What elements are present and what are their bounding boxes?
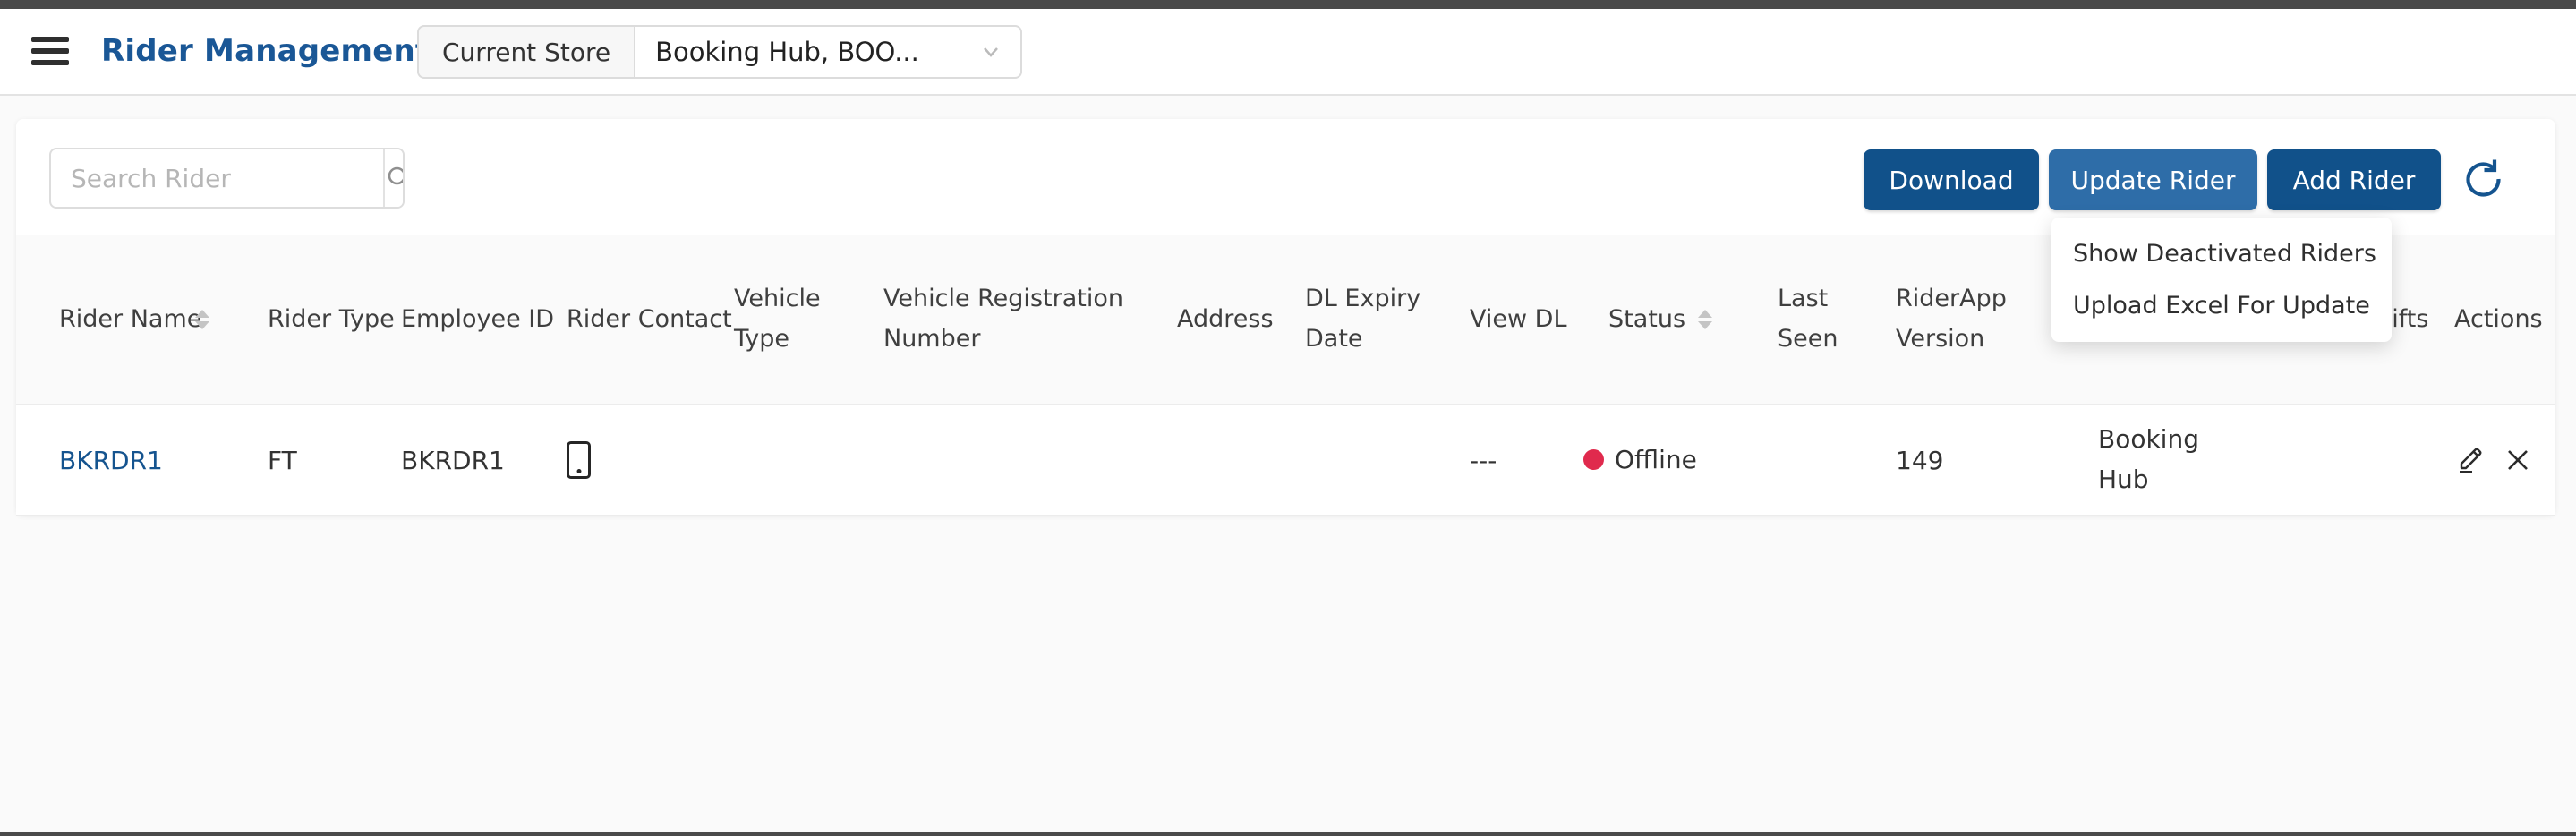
rider-contact-cell: [567, 405, 734, 516]
search-input[interactable]: [51, 149, 383, 207]
column-header-last-seen: Last Seen: [1778, 235, 1896, 405]
employee-id-cell: BKRDR1: [401, 405, 567, 516]
refresh-icon[interactable]: [2461, 158, 2506, 202]
store-dropdown[interactable]: Booking Hub, BOO...: [634, 25, 1022, 79]
column-header-view-dl: View DL: [1470, 235, 1608, 405]
last-seen-cell: [1778, 405, 1896, 516]
top-window-strip: [0, 0, 2576, 9]
table-row: BKRDR1 FT BKRDR1 --- Offline 149 Booking: [16, 405, 2555, 516]
download-button[interactable]: Download: [1864, 149, 2039, 210]
column-header-rider-contact: Rider Contact: [567, 235, 734, 405]
rider-management-screen: Rider Management Current Store Booking H…: [0, 0, 2576, 836]
update-rider-menu: Show Deactivated Riders Upload Excel For…: [2051, 218, 2392, 342]
address-cell: [1177, 405, 1305, 516]
menu-item-show-deactivated-riders[interactable]: Show Deactivated Riders: [2051, 235, 2392, 273]
column-header-vehicle-type: Vehicle Type: [734, 235, 883, 405]
bottom-window-strip: [0, 832, 2576, 836]
rider-type-cell: FT: [268, 405, 401, 516]
store-dropdown-value: Booking Hub, BOO...: [655, 37, 981, 67]
column-header-employee-id: Employee ID: [401, 235, 567, 405]
column-header-actions: Actions: [2454, 235, 2555, 405]
column-header-address: Address: [1177, 235, 1305, 405]
actions-cell: [2454, 405, 2555, 516]
sort-icon[interactable]: [195, 310, 209, 329]
column-header-rider-type: Rider Type: [268, 235, 401, 405]
column-header-dl-expiry-date: DL Expiry Date: [1305, 235, 1470, 405]
status-offline-dot-icon: [1583, 449, 1604, 470]
current-store-label: Current Store: [417, 25, 634, 79]
dl-expiry-cell: [1305, 405, 1470, 516]
hamburger-menu-icon[interactable]: [31, 37, 69, 67]
chevron-down-icon: [981, 42, 1001, 62]
search-box: [49, 148, 405, 209]
column-header-status[interactable]: Status: [1608, 235, 1778, 405]
shifts-cell: [2361, 405, 2454, 516]
close-icon[interactable]: [2504, 447, 2531, 473]
status-text: Offline: [1615, 445, 1697, 474]
vehicle-registration-cell: [883, 405, 1177, 516]
phone-icon[interactable]: [567, 441, 591, 479]
menu-item-upload-excel-for-update[interactable]: Upload Excel For Update: [2051, 286, 2392, 325]
status-cell: Offline: [1608, 405, 1778, 516]
rider-name-link[interactable]: BKRDR1: [59, 446, 163, 475]
page-title: Rider Management: [101, 33, 430, 69]
update-rider-button[interactable]: Update Rider: [2049, 149, 2257, 210]
store-selector: Current Store Booking Hub, BOO...: [417, 25, 1022, 79]
sort-icon[interactable]: [1698, 310, 1712, 329]
add-rider-button[interactable]: Add Rider: [2267, 149, 2441, 210]
vehicle-type-cell: [734, 405, 883, 516]
edit-icon[interactable]: [2454, 445, 2485, 475]
search-icon[interactable]: [383, 149, 405, 207]
riderapp-version-cell: 149: [1896, 405, 2098, 516]
column-header-rider-name[interactable]: Rider Name: [16, 235, 268, 405]
app-bar: Rider Management Current Store Booking H…: [0, 9, 2576, 96]
column-header-vehicle-registration-number: Vehicle Registration Number: [883, 235, 1177, 405]
store-cell: Booking Hub: [2098, 405, 2361, 516]
